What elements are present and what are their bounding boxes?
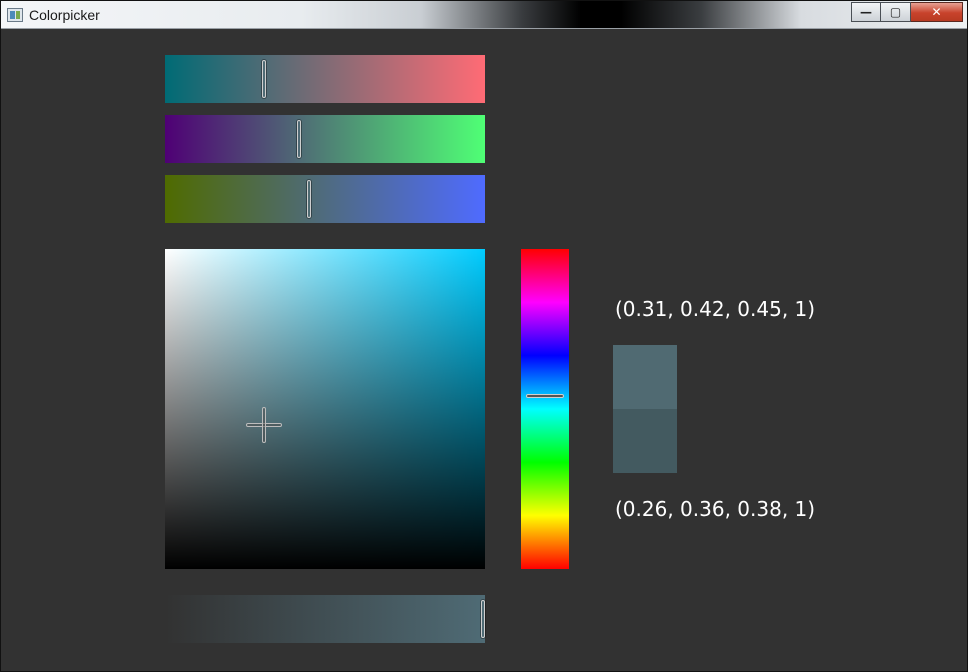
green-slider-handle[interactable]: [297, 120, 302, 158]
red-slider[interactable]: [165, 55, 485, 103]
title-bar[interactable]: Colorpicker — ▢ ✕: [1, 1, 967, 29]
new-color-swatch: [613, 345, 677, 409]
colorpicker-app-icon[interactable]: [7, 8, 23, 22]
hue-slider[interactable]: [521, 249, 569, 569]
green-slider[interactable]: [165, 115, 485, 163]
alpha-slider-handle[interactable]: [481, 600, 485, 638]
new-color-label: (0.31, 0.42, 0.45, 1): [615, 297, 816, 321]
picker-panel: (0.31, 0.42, 0.45, 1) (0.26, 0.36, 0.38,…: [5, 29, 965, 669]
red-slider-handle[interactable]: [262, 60, 267, 98]
crosshair-icon[interactable]: [246, 407, 283, 443]
caption-buttons: — ▢ ✕: [851, 2, 963, 22]
old-color-swatch[interactable]: [613, 409, 677, 473]
minimize-button[interactable]: —: [851, 2, 881, 22]
old-color-label: (0.26, 0.36, 0.38, 1): [615, 497, 816, 521]
app-window: Colorpicker — ▢ ✕ (0.31, 0.42, 0.45, 1) …: [0, 0, 968, 672]
close-button[interactable]: ✕: [911, 2, 963, 22]
window-title: Colorpicker: [29, 7, 100, 23]
maximize-button[interactable]: ▢: [881, 2, 911, 22]
saturation-value-square[interactable]: [165, 249, 485, 569]
blue-slider-handle[interactable]: [307, 180, 311, 218]
hue-slider-handle[interactable]: [526, 394, 564, 399]
blue-slider[interactable]: [165, 175, 485, 223]
alpha-slider[interactable]: [165, 595, 485, 643]
